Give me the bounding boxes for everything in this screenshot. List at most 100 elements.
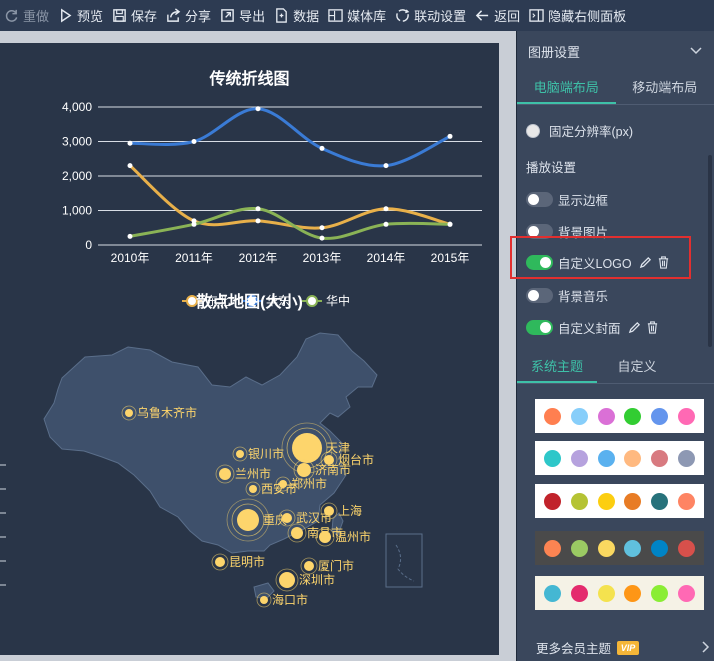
city-point[interactable]	[215, 557, 225, 567]
right-settings-panel: 图册设置 电脑端布局 移动端布局 固定分辨率(px) 播放设置 显示边框 背景图…	[517, 31, 714, 661]
city-label: 乌鲁木齐市	[137, 405, 197, 420]
city-point[interactable]	[237, 509, 259, 531]
data-point[interactable]	[255, 206, 261, 212]
chevron-right-icon[interactable]	[702, 641, 710, 653]
city-point[interactable]	[292, 433, 322, 463]
toolbar: 重做 预览 保存 分享 导出 数据 媒体库 联动设置 返回 隐藏右侧面板	[0, 0, 714, 31]
data-point[interactable]	[447, 221, 453, 227]
theme-palette[interactable]	[535, 576, 704, 610]
play-settings-heading: 播放设置	[526, 157, 576, 176]
show-border-label: 显示边框	[558, 194, 609, 208]
background-music-option: 背景音乐	[526, 286, 608, 305]
city-label: 海口市	[272, 592, 308, 607]
data-point[interactable]	[319, 225, 325, 231]
city-point[interactable]	[279, 480, 287, 488]
data-point[interactable]	[191, 221, 197, 227]
city-label: 济南市	[315, 462, 351, 477]
theme-palette[interactable]	[535, 399, 704, 433]
color-swatch	[543, 449, 561, 467]
color-swatch	[624, 449, 642, 467]
data-point[interactable]	[383, 206, 389, 212]
data-point[interactable]	[319, 235, 325, 241]
tab-mobile-layout[interactable]: 移动端布局	[616, 71, 714, 104]
fixed-resolution-label: 固定分辨率(px)	[549, 125, 634, 139]
data-point[interactable]	[383, 221, 389, 227]
export-button[interactable]: 导出	[220, 0, 274, 31]
pencil-icon[interactable]	[628, 321, 641, 334]
tab-system-theme[interactable]: 系统主题	[517, 350, 597, 383]
chevron-down-icon[interactable]	[690, 47, 702, 55]
city-label: 兰州市	[235, 466, 271, 481]
city-label: 银川市	[248, 446, 284, 461]
color-swatch	[570, 407, 588, 425]
y-tick-label: 3,000	[62, 135, 92, 149]
canvas-stage: 传统折线图 0 1,000 2,000 3,000 4,000 2010年 2011年 201…	[0, 31, 517, 661]
color-swatch	[543, 539, 561, 557]
data-button[interactable]: 数据	[274, 0, 328, 31]
data-point[interactable]	[383, 163, 389, 169]
save-button[interactable]: 保存	[112, 0, 166, 31]
media-library-button[interactable]: 媒体库	[328, 0, 395, 31]
data-point[interactable]	[447, 133, 453, 139]
city-point[interactable]	[260, 596, 268, 604]
y-tick-label: 1,000	[62, 204, 92, 218]
city-point[interactable]	[249, 485, 257, 493]
scatter-map-chart[interactable]: 乌鲁木齐市银川市兰州市西安市郑州市天津烟台市济南市上海武汉市南昌市温州市重庆昆明…	[0, 295, 499, 625]
share-button[interactable]: 分享	[166, 0, 220, 31]
theme-tabs: 系统主题 自定义	[517, 350, 714, 384]
tab-desktop-layout[interactable]: 电脑端布局	[517, 71, 616, 104]
album-settings-header[interactable]: 图册设置	[517, 31, 714, 71]
city-point[interactable]	[236, 450, 244, 458]
export-label: 导出	[239, 9, 266, 24]
background-music-toggle[interactable]	[526, 288, 553, 303]
back-button[interactable]: 返回	[475, 0, 529, 31]
color-swatch	[651, 539, 669, 557]
city-point[interactable]	[304, 561, 314, 571]
city-point[interactable]	[297, 463, 311, 477]
custom-cover-option: 自定义封面	[526, 318, 659, 337]
city-point[interactable]	[319, 531, 331, 543]
theme-palette[interactable]	[535, 441, 704, 475]
series-line-1[interactable]	[129, 107, 451, 168]
show-border-toggle[interactable]	[526, 192, 553, 207]
color-swatch	[543, 584, 561, 602]
share-icon	[167, 8, 181, 22]
custom-cover-label: 自定义封面	[558, 322, 621, 336]
fixed-resolution-option[interactable]: 固定分辨率(px)	[526, 121, 633, 140]
settings-scrollbar[interactable]	[708, 155, 712, 347]
slide-page[interactable]: 传统折线图 0 1,000 2,000 3,000 4,000 2010年 2011年 201…	[0, 43, 499, 655]
city-point[interactable]	[125, 409, 133, 417]
data-point[interactable]	[127, 233, 133, 239]
hide-right-panel-label: 隐藏右侧面板	[548, 9, 627, 24]
more-member-themes-label: 更多会员主题	[536, 642, 612, 656]
fixed-resolution-radio[interactable]	[526, 123, 540, 138]
series-line-2[interactable]	[129, 207, 451, 240]
data-point[interactable]	[255, 218, 261, 224]
hide-right-panel-button[interactable]: 隐藏右侧面板	[529, 0, 635, 31]
x-tick-label: 2015年	[431, 251, 470, 265]
x-tick-label: 2012年	[239, 251, 278, 265]
city-label: 深圳市	[299, 572, 335, 587]
color-swatch	[624, 584, 642, 602]
series-line-0[interactable]	[129, 164, 451, 230]
data-point[interactable]	[127, 163, 133, 169]
x-tick-label: 2011年	[175, 251, 213, 265]
custom-cover-toggle[interactable]	[526, 320, 553, 335]
theme-palette[interactable]	[535, 531, 704, 565]
theme-palette[interactable]	[535, 484, 704, 518]
trash-icon[interactable]	[646, 321, 659, 334]
redo-button[interactable]: 重做	[4, 0, 58, 31]
data-point[interactable]	[191, 139, 197, 144]
data-point[interactable]	[319, 145, 325, 151]
data-point[interactable]	[255, 106, 261, 112]
color-swatch	[678, 449, 696, 467]
preview-button[interactable]: 预览	[58, 0, 112, 31]
more-member-themes[interactable]: 更多会员主题 VIP	[536, 638, 640, 657]
color-swatch	[570, 584, 588, 602]
link-settings-button[interactable]: 联动设置	[395, 0, 475, 31]
tab-custom-theme[interactable]: 自定义	[597, 350, 677, 383]
city-point[interactable]	[219, 468, 231, 480]
data-point[interactable]	[127, 140, 133, 146]
city-point[interactable]	[279, 572, 295, 588]
city-point[interactable]	[291, 527, 303, 539]
